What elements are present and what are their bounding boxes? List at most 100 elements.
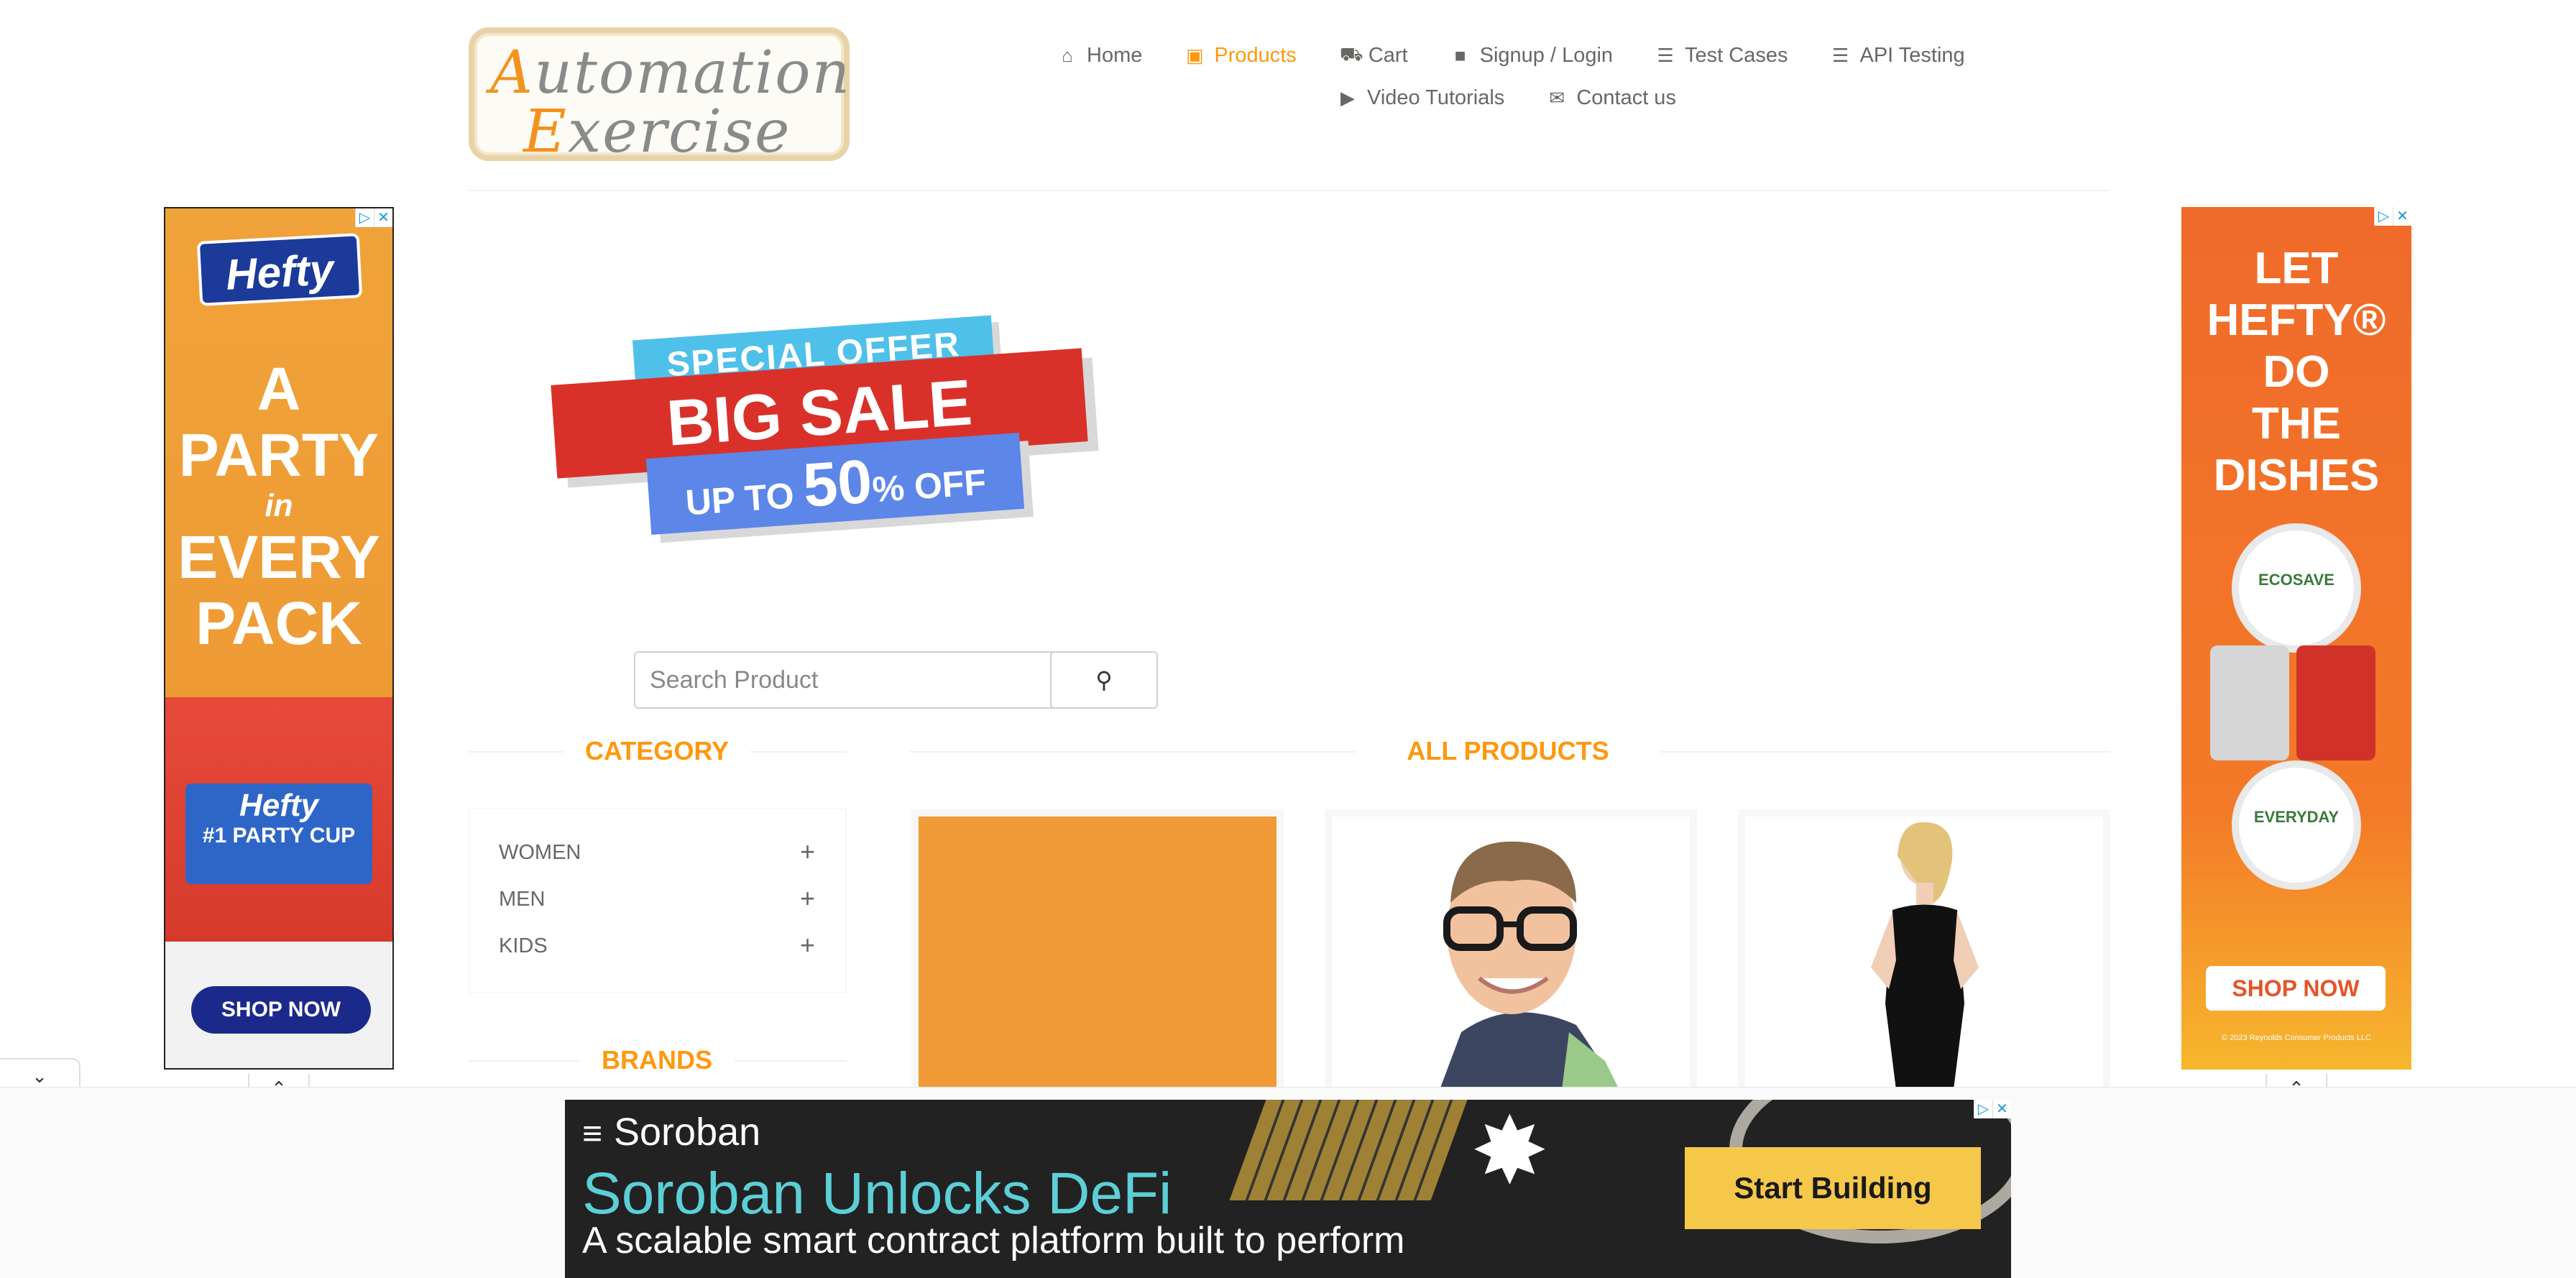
category-title: CATEGORY (584, 736, 729, 766)
cup-pack-label: Hefty #1 PARTY CUP (185, 783, 372, 884)
nav-products[interactable]: ▣ Products (1185, 44, 1297, 68)
plus-icon[interactable]: + (800, 932, 815, 958)
category-item-women[interactable]: WOMEN + (499, 839, 815, 865)
ad-line: PARTY (178, 421, 380, 489)
nav-signup-login[interactable]: ■ Signup / Login (1451, 44, 1613, 68)
ad-controls: ▷ ✕ (2374, 207, 2411, 226)
logo-text-1: utomation (534, 39, 852, 107)
divider (750, 751, 847, 753)
ad-line: HEFTY® (2207, 295, 2386, 345)
left-side-ad[interactable]: ▷ ✕ Hefty A PARTY in EVERY PACK Hefty #1… (164, 207, 394, 1070)
divider (735, 1060, 847, 1062)
start-building-button[interactable]: Start Building (1685, 1147, 1981, 1229)
category-label: MEN (499, 888, 546, 911)
brands-title: BRANDS (601, 1045, 712, 1075)
ad-line: THE (2252, 399, 2341, 449)
header-divider (467, 190, 2110, 191)
ad-line: EVERY (178, 523, 380, 591)
logo-cap-a: A (490, 39, 535, 107)
ad-line: PACK (196, 589, 362, 657)
adchoices-icon[interactable]: ▷ (355, 208, 374, 227)
ad-line: A (257, 355, 301, 423)
ad-decoration (1229, 1100, 1468, 1200)
plate: EVERYDAY (2232, 760, 2361, 890)
sale-banner: SPECIAL OFFER BIG SALE UP TO 50% OFF (548, 302, 1108, 561)
search-product-input[interactable] (634, 651, 1052, 709)
right-ad-shop-now-button[interactable]: SHOP NOW (2206, 966, 2386, 1011)
cup-brand: Hefty (239, 788, 319, 823)
search-icon: ⚲ (1095, 667, 1113, 693)
category-item-kids[interactable]: KIDS + (499, 932, 815, 958)
star-icon: ✸ (1471, 1100, 1549, 1203)
products-icon: ▣ (1186, 45, 1204, 66)
nav-home[interactable]: ⌂ Home (1058, 44, 1142, 68)
list-icon: ☰ (1657, 45, 1674, 66)
product-image-man (1332, 817, 1690, 1090)
brand-name: Soroban (614, 1111, 761, 1154)
nav-label: Contact us (1576, 86, 1676, 109)
nav-cart[interactable]: ⛟ Cart (1340, 43, 1408, 68)
nav-label: Home (1087, 44, 1143, 67)
nav-video-tutorials[interactable]: ▶ Video Tutorials (1338, 86, 1504, 110)
category-panel: WOMEN + MEN + KIDS + (469, 808, 847, 993)
main-nav: ⌂ Home ▣ Products ⛟ Cart ■ Signup / Login ☰ T… (1058, 43, 1965, 68)
nav-contact-us[interactable]: ✉ Contact us (1547, 86, 1676, 110)
party-cups-image: Hefty #1 PARTY CUP (165, 697, 392, 942)
ad-controls: ▷ ✕ (355, 208, 392, 227)
ad-line: LET (2254, 244, 2339, 293)
percent-off-text: % OFF (870, 461, 988, 510)
left-ad-shop-now-button[interactable]: SHOP NOW (191, 986, 371, 1034)
search-button[interactable]: ⚲ (1050, 651, 1158, 709)
list-icon: ☰ (1831, 45, 1849, 66)
chevron-down-icon: ⌄ (32, 1065, 47, 1087)
main-nav-row2: ▶ Video Tutorials ✉ Contact us (1338, 86, 1676, 110)
hefty-logo: Hefty (196, 233, 363, 306)
category-label: KIDS (499, 934, 548, 957)
plates-image: ECOSAVE EVERYDAY (2210, 523, 2383, 911)
youtube-icon: ▶ (1340, 87, 1355, 109)
cart-icon: ⛟ (1339, 43, 1363, 65)
nav-label: Signup / Login (1479, 44, 1614, 67)
ad-headline: A PARTY in EVERY PACK (165, 356, 392, 656)
soroban-brand: ≡ Soroban (582, 1110, 760, 1154)
bottom-ad-subtitle: A scalable smart contract platform built… (582, 1220, 1405, 1261)
product-image-woman (1745, 817, 2103, 1090)
lock-icon: ■ (1454, 45, 1466, 66)
ad-line: DISHES (2213, 451, 2380, 500)
cup-pack (2296, 645, 2375, 760)
category-label: WOMEN (499, 841, 581, 864)
product-card[interactable] (911, 809, 1284, 1097)
close-icon[interactable]: ✕ (1992, 1100, 2011, 1118)
divider (469, 751, 564, 753)
right-side-ad[interactable]: ▷ ✕ LET HEFTY® DO THE DISHES ECOSAVE EVE… (2181, 207, 2411, 1070)
plate: ECOSAVE (2232, 523, 2361, 653)
site-logo[interactable]: Automation Exercise (469, 27, 852, 166)
close-icon[interactable]: ✕ (2393, 207, 2411, 226)
adchoices-icon[interactable]: ▷ (1974, 1100, 1992, 1118)
soroban-logo-icon: ≡ (582, 1115, 603, 1153)
bottom-ad[interactable]: ✸ ≡ Soroban Soroban Unlocks DeFi A scalab… (565, 1100, 2011, 1278)
product-card[interactable] (1325, 809, 1697, 1097)
ad-headline: LET HEFTY® DO THE DISHES (2181, 243, 2411, 502)
plate-label: EVERYDAY (2253, 808, 2340, 826)
nav-label: Video Tutorials (1367, 86, 1505, 109)
plate-label: ECOSAVE (2258, 571, 2334, 589)
close-icon[interactable]: ✕ (374, 208, 392, 227)
plus-icon[interactable]: + (800, 839, 815, 865)
bottom-ad-headline: Soroban Unlocks DeFi (582, 1161, 1172, 1226)
logo-text-2: xercise (567, 98, 791, 166)
nav-api-testing[interactable]: ☰ API Testing (1831, 44, 1965, 68)
product-card[interactable] (1738, 809, 2110, 1097)
envelope-icon: ✉ (1549, 87, 1565, 109)
ad-controls: ▷ ✕ (1974, 1100, 2011, 1118)
divider (910, 751, 1356, 753)
plus-icon[interactable]: + (800, 886, 815, 911)
ad-line: in (264, 488, 293, 523)
home-icon: ⌂ (1062, 45, 1073, 66)
nav-label: Test Cases (1685, 44, 1788, 67)
nav-test-cases[interactable]: ☰ Test Cases (1656, 44, 1788, 68)
divider (469, 1060, 579, 1062)
up-to-text: UP TO (684, 475, 796, 523)
category-item-men[interactable]: MEN + (499, 886, 815, 911)
adchoices-icon[interactable]: ▷ (2374, 207, 2393, 226)
